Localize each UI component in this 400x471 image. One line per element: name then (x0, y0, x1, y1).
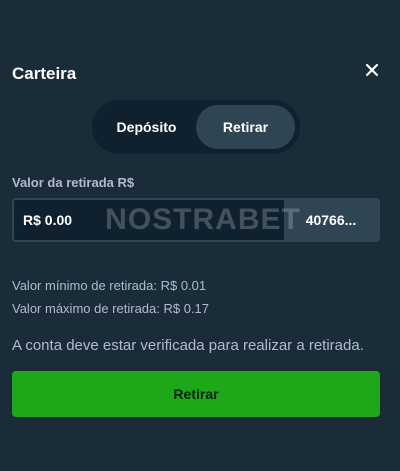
top-strip (0, 0, 400, 40)
wallet-modal: Carteira Depósito Retirar Valor da retir… (0, 40, 400, 471)
close-button[interactable] (362, 60, 382, 80)
amount-field-group: 40766... (12, 198, 380, 242)
modal-title: Carteira (12, 64, 77, 83)
amount-input[interactable] (14, 200, 284, 240)
crypto-amount-display: 40766... (284, 200, 378, 240)
verification-notice: A conta deve estar verificada para reali… (12, 337, 364, 354)
amount-label: Valor da retirada R$ (12, 175, 135, 190)
min-withdraw-text: Valor mínimo de retirada: R$ 0.01 (12, 278, 207, 293)
tab-deposit[interactable]: Depósito (97, 105, 196, 149)
withdraw-submit-button[interactable]: Retirar (12, 371, 380, 417)
close-icon (366, 64, 378, 76)
tab-withdraw[interactable]: Retirar (196, 105, 295, 149)
deposit-withdraw-toggle: Depósito Retirar (92, 100, 300, 154)
max-withdraw-text: Valor máximo de retirada: R$ 0.17 (12, 301, 210, 316)
